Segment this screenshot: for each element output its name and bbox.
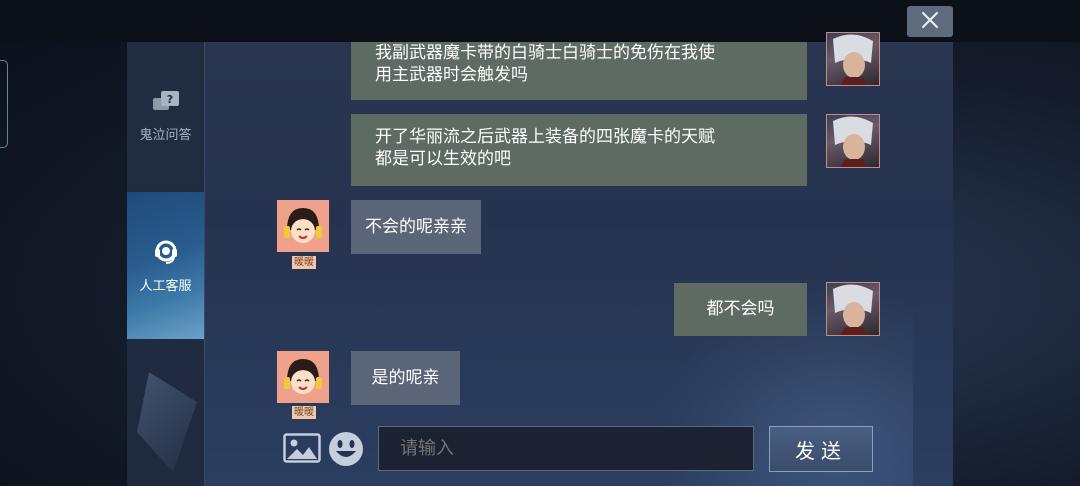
user-avatar[interactable] [826, 282, 880, 336]
message-text-line: 开了华丽流之后武器上装备的四张魔卡的天赋 [375, 127, 715, 147]
agent-name-tag: 暖暖 [292, 406, 316, 419]
send-button[interactable]: 发送 [769, 426, 873, 472]
agent-message-bubble: 是的呢亲 [351, 351, 460, 405]
user-avatar[interactable] [826, 114, 880, 168]
side-handle[interactable] [0, 60, 8, 148]
sidebar-item-label: 鬼泣问答 [139, 128, 192, 143]
message-input[interactable] [378, 426, 754, 471]
emoji-icon[interactable] [328, 431, 364, 471]
user-message-bubble: 我副武器魔卡带的白骑士白骑士的免伤在我使 用主武器时会触发吗 [351, 42, 807, 100]
sidebar-item-customer-service[interactable]: 人工客服 [127, 192, 204, 339]
user-avatar[interactable] [826, 32, 880, 86]
sidebar-item-label: 人工客服 [139, 279, 192, 294]
faq-chat-icon: ? [151, 90, 181, 120]
message-text-line: 用主武器时会触发吗 [375, 65, 528, 85]
close-button[interactable] [907, 6, 953, 37]
user-message-bubble: 都不会吗 [674, 283, 807, 336]
customer-service-headset-icon [151, 237, 181, 271]
close-icon [921, 11, 939, 33]
agent-avatar[interactable] [277, 200, 329, 252]
agent-message-bubble: 不会的呢亲亲 [351, 200, 481, 254]
agent-avatar[interactable] [277, 351, 329, 403]
image-icon[interactable] [283, 433, 321, 467]
chat-panel [127, 42, 953, 486]
svg-text:?: ? [166, 93, 172, 106]
message-text: 是的呢亲 [371, 368, 440, 388]
message-text: 不会的呢亲亲 [365, 217, 467, 237]
user-message-bubble: 开了华丽流之后武器上装备的四张魔卡的天赋 都是可以生效的吧 [351, 114, 807, 186]
send-button-label: 发送 [795, 438, 847, 463]
message-text-line: 我副武器魔卡带的白骑士白骑士的免伤在我使 [375, 43, 715, 63]
message-text: 都不会吗 [706, 299, 775, 319]
agent-name-tag: 暖暖 [292, 256, 316, 269]
message-text-line: 都是可以生效的吧 [375, 149, 511, 169]
sidebar: ? 鬼泣问答 人工客服 [127, 42, 205, 486]
decorative-shard [137, 372, 197, 472]
sidebar-item-faq[interactable]: ? 鬼泣问答 [127, 90, 204, 143]
